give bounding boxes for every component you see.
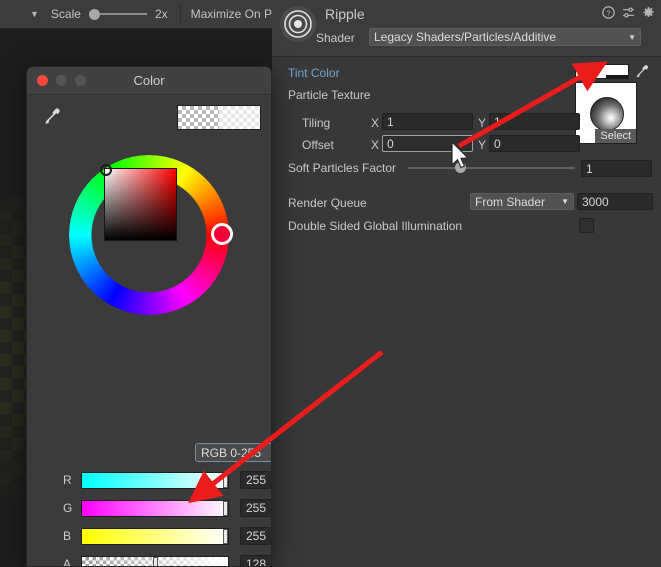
color-mode-dropdown[interactable]: RGB 0-255 ▼: [195, 443, 271, 462]
channel-slider-r[interactable]: [81, 471, 229, 489]
zoom-button[interactable]: [75, 75, 86, 86]
channel-slider-b[interactable]: [81, 527, 229, 545]
hue-cursor[interactable]: [211, 223, 233, 245]
channel-label-r: R: [63, 473, 72, 487]
color-preview-swatch: [177, 105, 261, 130]
color-picker-titlebar[interactable]: Color: [27, 67, 271, 95]
chevron-down-icon: ▼: [628, 32, 636, 42]
channel-value-r[interactable]: 255: [240, 471, 271, 489]
double-sided-gi-checkbox[interactable]: [579, 218, 594, 233]
color-picker-title: Color: [133, 73, 165, 88]
material-inspector: Ripple Shader Legacy Shaders/Particles/A…: [272, 0, 661, 567]
channel-row-g: G 255: [63, 498, 271, 518]
soft-particles-slider-track[interactable]: [408, 167, 575, 169]
saturation-value-square[interactable]: [104, 168, 177, 241]
channel-slider-knob-b[interactable]: [223, 528, 228, 544]
tint-color-swatch[interactable]: [575, 64, 629, 79]
offset-x-axis-label: X: [371, 138, 380, 152]
render-queue-label: Render Queue: [288, 196, 367, 210]
shader-label: Shader: [316, 31, 355, 45]
channel-slider-knob-a[interactable]: [153, 556, 158, 566]
scale-label: Scale: [50, 7, 81, 21]
color-wheel[interactable]: [69, 155, 233, 315]
material-icon: [280, 6, 316, 42]
material-name: Ripple: [325, 6, 365, 22]
channel-value-b[interactable]: 255: [240, 527, 271, 545]
color-picker-window: Color RGB 0-255 ▼ R 255: [26, 66, 272, 567]
chevron-down-icon: ▼: [561, 197, 569, 206]
preset-icon[interactable]: [622, 6, 635, 19]
scale-slider[interactable]: [88, 8, 147, 20]
offset-y-input[interactable]: 0: [489, 135, 580, 152]
minimize-button[interactable]: [56, 75, 67, 86]
particle-texture-label: Particle Texture: [288, 88, 371, 102]
shader-dropdown[interactable]: Legacy Shaders/Particles/Additive ▼: [369, 28, 641, 46]
color-mode-value: RGB 0-255: [201, 445, 262, 460]
tiling-label: Tiling: [302, 116, 331, 130]
channel-slider-knob-r[interactable]: [223, 472, 228, 488]
channel-slider-knob-g[interactable]: [223, 500, 228, 516]
render-queue-value-input[interactable]: 3000: [577, 193, 653, 210]
channel-row-b: B 255: [63, 526, 271, 546]
channel-row-a: A 128: [63, 554, 271, 567]
screen-root: ▼ Scale 2x Maximize On Pl Ripple Shader …: [0, 0, 661, 567]
soft-particles-value-input[interactable]: 1: [581, 160, 652, 177]
color-preview-current: [178, 106, 219, 129]
channel-value-g[interactable]: 255: [240, 499, 271, 517]
shader-dropdown-value: Legacy Shaders/Particles/Additive: [374, 30, 557, 44]
offset-x-input[interactable]: 0: [382, 135, 473, 152]
material-ripple-icon: [284, 10, 312, 38]
render-queue-dropdown[interactable]: From Shader ▼: [470, 193, 574, 210]
saturation-value-cursor[interactable]: [100, 164, 112, 176]
help-icon[interactable]: ?: [602, 6, 615, 19]
channel-slider-a[interactable]: [81, 555, 229, 566]
eyedropper-icon[interactable]: [633, 64, 649, 80]
tiling-y-input[interactable]: 1: [489, 113, 580, 130]
scale-value: 2x: [154, 7, 168, 21]
color-preview-new: [219, 106, 260, 129]
channel-label-b: B: [63, 529, 72, 543]
toolbar-divider: [179, 4, 181, 24]
render-queue-mode-value: From Shader: [475, 194, 546, 209]
channel-label-a: A: [63, 557, 72, 567]
offset-label: Offset: [302, 138, 334, 152]
chevron-down-icon[interactable]: ▼: [30, 9, 39, 19]
channel-value-a[interactable]: 128: [240, 555, 271, 566]
tiling-y-axis-label: Y: [478, 116, 487, 130]
tint-color-label: Tint Color: [288, 66, 340, 80]
tiling-x-input[interactable]: 1: [382, 113, 473, 130]
texture-select-button[interactable]: Select: [595, 129, 636, 143]
close-button[interactable]: [37, 75, 48, 86]
texture-thumbnail: [590, 97, 624, 131]
inspector-header-icons: ?: [602, 6, 655, 19]
eyedropper-icon[interactable]: [41, 107, 61, 127]
tiling-x-axis-label: X: [371, 116, 380, 130]
gear-icon[interactable]: [642, 6, 655, 19]
channel-slider-g[interactable]: [81, 499, 229, 517]
offset-y-axis-label: Y: [478, 138, 487, 152]
double-sided-gi-label: Double Sided Global Illumination: [288, 219, 463, 233]
scale-slider-track[interactable]: [99, 13, 147, 15]
channel-row-r: R 255: [63, 470, 271, 490]
soft-particles-factor-label: Soft Particles Factor: [288, 161, 397, 175]
window-controls: [37, 75, 86, 86]
tint-color-alpha-indicator: [606, 75, 628, 79]
channel-label-g: G: [63, 501, 73, 515]
soft-particles-slider-knob[interactable]: [454, 162, 466, 173]
scale-slider-knob[interactable]: [88, 8, 100, 20]
particle-texture-preview[interactable]: Select: [575, 82, 637, 144]
inspector-header: Ripple Shader Legacy Shaders/Particles/A…: [272, 0, 661, 57]
svg-text:?: ?: [606, 8, 610, 17]
